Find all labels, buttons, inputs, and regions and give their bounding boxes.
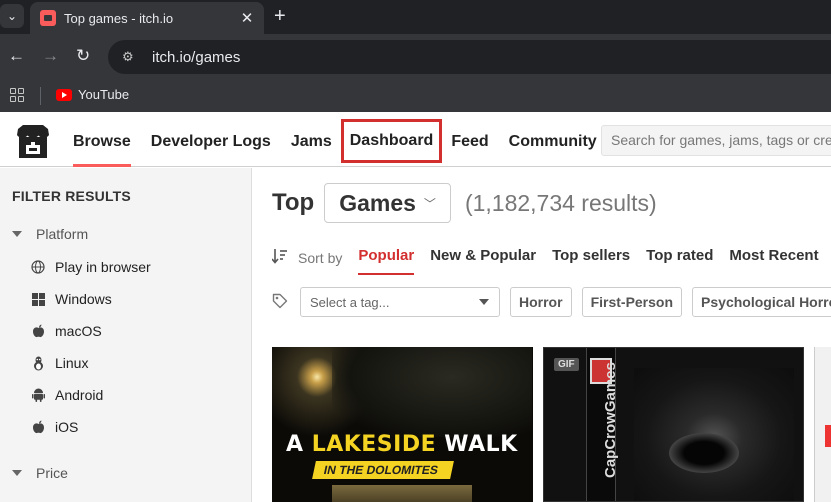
filter-sidebar: FILTER RESULTS Platform Play in browser …: [0, 168, 252, 502]
tab-search-button[interactable]: ⌄: [0, 4, 24, 28]
category-dropdown[interactable]: Games ﹀: [324, 183, 451, 223]
category-dropdown-label: Games: [339, 189, 416, 216]
chevron-down-icon: ﹀: [423, 196, 436, 211]
thumbnail-art: [332, 485, 472, 502]
results-count: (1,182,734 results): [464, 189, 657, 216]
filter-item-label: iOS: [55, 419, 79, 435]
game-title-text: A LAKESIDE WALK: [286, 432, 518, 457]
back-arrow-icon[interactable]: ←: [8, 46, 25, 66]
bookmarks-bar: YouTube: [0, 80, 831, 112]
filter-item-label: Android: [55, 387, 104, 403]
browser-tab-bar: ⌄ Top games - itch.io ✕ +: [0, 0, 831, 34]
tab-title: Top games - itch.io: [64, 10, 174, 26]
gif-badge: GIF: [554, 358, 579, 371]
browse-heading: Top Games ﹀ (1,182,734 results): [272, 183, 657, 223]
sort-top-rated[interactable]: Top rated: [646, 243, 713, 273]
filter-item-label: macOS: [55, 323, 102, 339]
filter-item-label: Windows: [55, 291, 112, 307]
linux-icon: [30, 355, 46, 371]
sort-icon: [271, 248, 290, 268]
game-title-art: A LAKESIDE WALK IN THE DOLOMITES: [286, 432, 518, 479]
filter-item-label: Play in browser: [55, 259, 151, 275]
apple-icon: [30, 419, 46, 435]
box-spine: CapCrowGames: [586, 348, 619, 501]
reload-icon[interactable]: ↻: [76, 46, 90, 66]
site-header: Browse Developer Logs Jams Dashboard Fee…: [0, 112, 831, 167]
filter-platform-windows[interactable]: Windows: [30, 291, 112, 307]
game-subtitle-text: IN THE DOLOMITES: [312, 461, 454, 479]
tag-pill-psychological-horror[interactable]: Psychological Horror: [692, 287, 831, 317]
filter-platform-browser[interactable]: Play in browser: [30, 259, 151, 275]
sort-popular[interactable]: Popular: [358, 243, 414, 275]
filter-platform-ios[interactable]: iOS: [30, 419, 78, 435]
nav-browse[interactable]: Browse: [73, 112, 131, 167]
filter-item-label: Linux: [55, 355, 89, 371]
heading-prefix: Top: [272, 189, 315, 216]
url-text: itch.io/games: [152, 48, 241, 66]
forward-arrow-icon[interactable]: →: [42, 46, 59, 66]
filter-platform-macos[interactable]: macOS: [30, 323, 102, 339]
sort-most-recent[interactable]: Most Recent: [729, 243, 818, 273]
caret-down-icon: [12, 470, 22, 476]
game-card-thumbnail[interactable]: GIF CapCrowGames: [543, 347, 804, 502]
url-omnibox[interactable]: ⚙ itch.io/games: [108, 40, 831, 74]
filter-platform-android[interactable]: Android: [30, 387, 103, 403]
game-card-thumbnail[interactable]: [814, 347, 831, 502]
spine-text: CapCrowGames: [602, 362, 619, 478]
nav-feed[interactable]: Feed: [451, 112, 488, 167]
bookmark-label: YouTube: [78, 87, 130, 102]
filter-platform-linux[interactable]: Linux: [30, 355, 88, 371]
tag-filter-row: Select a tag... Horror First-Person Psyc…: [272, 287, 831, 317]
nav-dashboard[interactable]: Dashboard: [340, 119, 443, 163]
tag-select-dropdown[interactable]: Select a tag...: [300, 287, 500, 317]
site-settings-icon[interactable]: ⚙: [122, 49, 138, 65]
dropdown-arrow-icon: [479, 299, 489, 305]
globe-icon: [30, 259, 46, 275]
filter-group-platform[interactable]: Platform: [12, 226, 88, 242]
thumbnail-art: [669, 433, 739, 473]
caret-down-icon: [12, 231, 22, 237]
youtube-icon: [56, 88, 72, 101]
tag-pill-first-person[interactable]: First-Person: [581, 287, 683, 317]
thumbnail-art: [825, 425, 831, 447]
nav-jams[interactable]: Jams: [291, 112, 332, 167]
filter-group-price[interactable]: Price: [12, 465, 68, 481]
close-tab-icon[interactable]: ✕: [236, 9, 258, 27]
itchio-favicon-icon: [40, 10, 56, 26]
game-card-thumbnail[interactable]: A LAKESIDE WALK IN THE DOLOMITES: [272, 347, 533, 502]
tag-select-placeholder: Select a tag...: [310, 294, 390, 310]
apps-grid-icon[interactable]: [10, 88, 24, 102]
browser-tab-active[interactable]: Top games - itch.io ✕: [30, 2, 264, 34]
itchio-logo-icon[interactable]: [14, 123, 52, 161]
sort-bar: Sort by Popular New & Popular Top seller…: [271, 243, 831, 275]
tag-pill-horror[interactable]: Horror: [510, 287, 572, 317]
address-bar-row: ← → ↻ ⚙ itch.io/games: [0, 34, 831, 80]
tag-icon: [272, 293, 290, 312]
nav-developer-logs[interactable]: Developer Logs: [151, 112, 271, 167]
windows-icon: [30, 291, 46, 307]
apple-icon: [30, 323, 46, 339]
filter-group-label: Platform: [36, 226, 89, 242]
site-search-input[interactable]: Search for games, jams, tags or creators: [601, 125, 831, 156]
filter-group-label: Price: [36, 465, 68, 481]
new-tab-button[interactable]: +: [274, 5, 286, 27]
sort-by-label: Sort by: [298, 250, 343, 266]
main-nav: Browse Developer Logs Jams Dashboard Fee…: [73, 112, 617, 167]
sort-top-sellers[interactable]: Top sellers: [552, 243, 630, 273]
bookmarks-divider: [40, 87, 41, 105]
bookmark-youtube[interactable]: YouTube: [56, 87, 129, 102]
sort-new-popular[interactable]: New & Popular: [430, 243, 536, 273]
filter-results-heading: FILTER RESULTS: [12, 188, 131, 204]
nav-community[interactable]: Community: [509, 112, 597, 167]
android-icon: [30, 387, 46, 403]
thumbnail-art: [332, 347, 532, 437]
